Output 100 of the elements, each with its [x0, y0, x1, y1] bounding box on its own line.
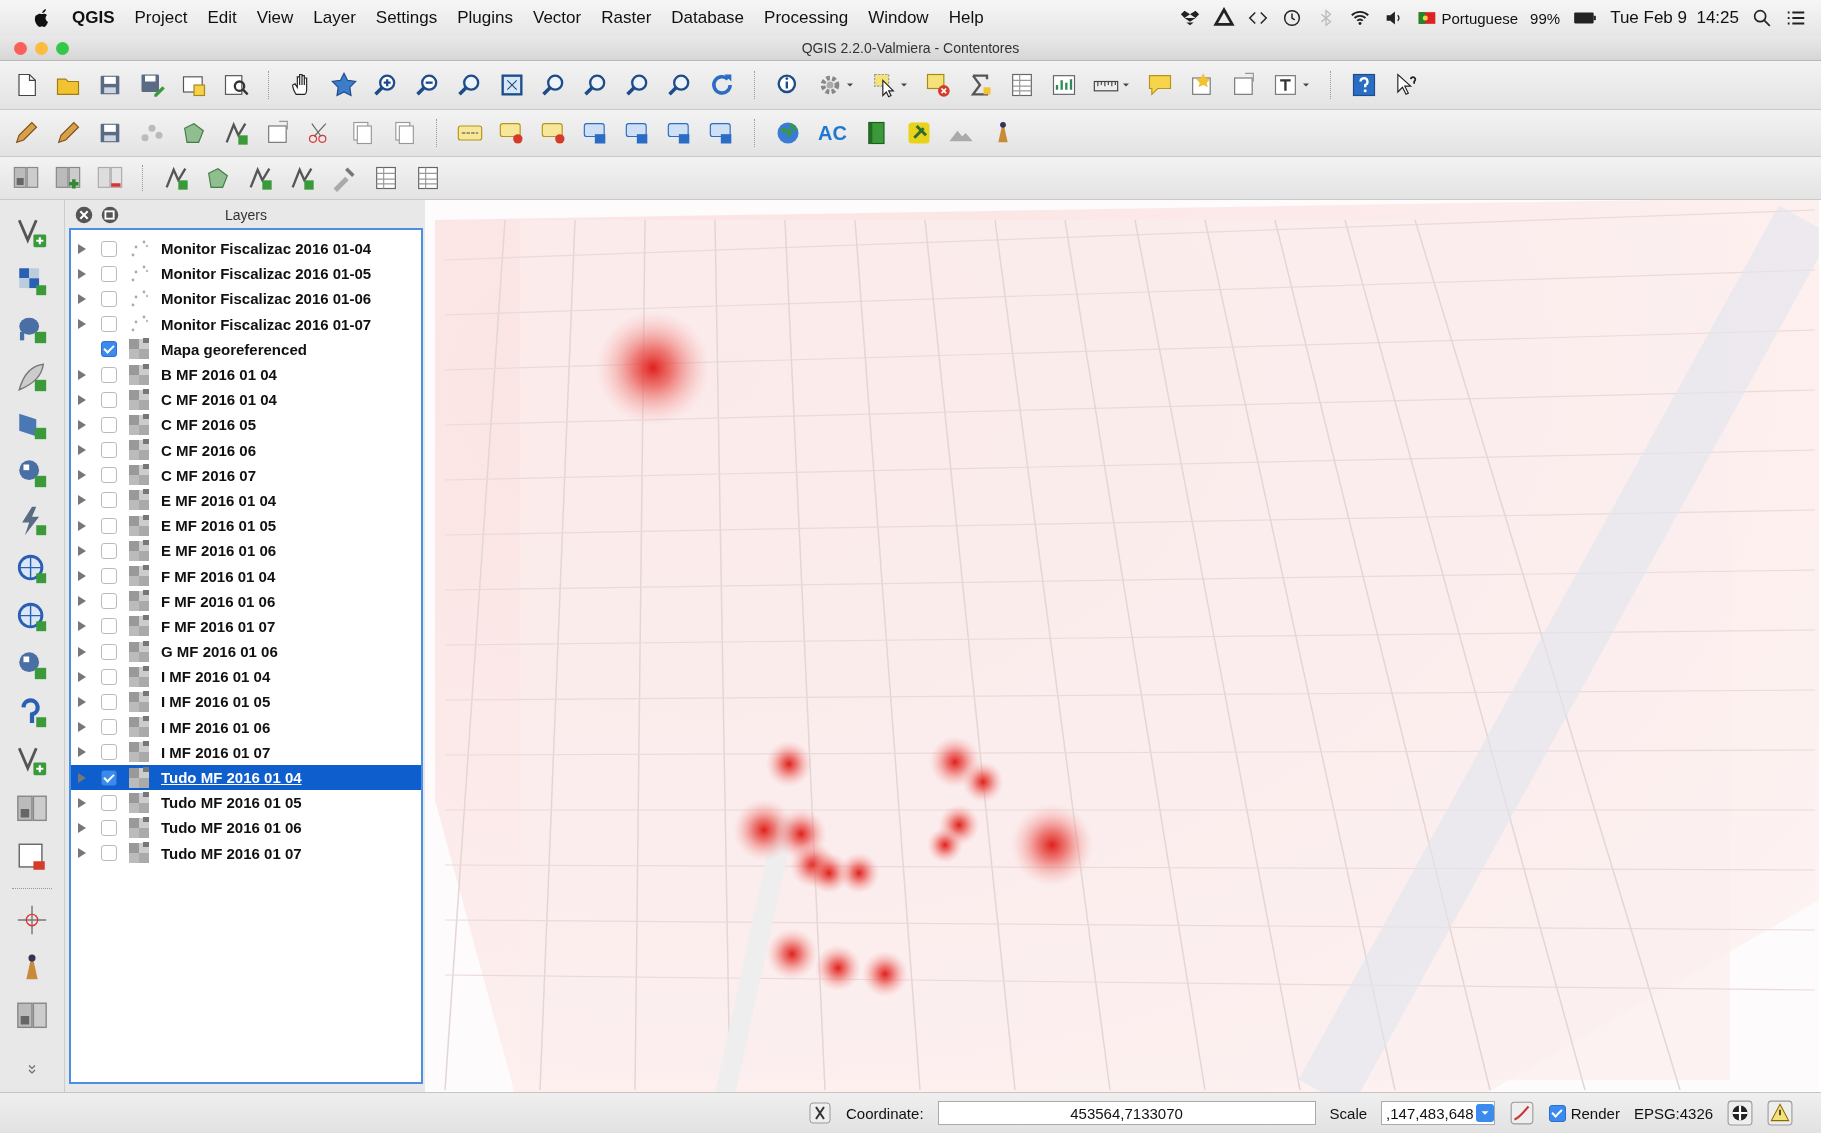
menu-item[interactable]: Settings: [365, 6, 448, 30]
layer-checkbox[interactable]: [101, 643, 117, 660]
layer-checkbox[interactable]: [101, 290, 117, 307]
layer-checkbox[interactable]: [101, 719, 117, 736]
layer-row[interactable]: Tudo MF 2016 01 04: [71, 764, 421, 791]
menu-item[interactable]: Raster: [591, 6, 662, 30]
layer-row[interactable]: E MF 2016 01 06: [71, 538, 421, 564]
menu-item[interactable]: Plugins: [447, 6, 523, 30]
crosshair-icon[interactable]: [15, 903, 49, 937]
layer-row[interactable]: Tudo MF 2016 01 07: [71, 840, 421, 866]
layer-row[interactable]: F MF 2016 01 06: [71, 588, 421, 614]
expand-arrow-icon[interactable]: [77, 746, 87, 759]
layer-checkbox[interactable]: [101, 366, 117, 383]
layer-row[interactable]: I MF 2016 01 07: [71, 739, 421, 765]
layer-checkbox[interactable]: [101, 492, 117, 509]
layer-checkbox[interactable]: [101, 693, 117, 710]
coordinate-field[interactable]: 453564,7133070: [937, 1101, 1316, 1125]
expand-arrow-icon[interactable]: [77, 670, 87, 683]
layer-row[interactable]: Monitor Fiscalizac 2016 01-05: [71, 261, 421, 287]
expand-arrow-icon[interactable]: [77, 393, 87, 406]
expand-arrow-icon[interactable]: [77, 418, 87, 431]
layer-checkbox[interactable]: [101, 744, 117, 761]
layer-row[interactable]: Monitor Fiscalizac 2016 01-06: [71, 286, 421, 312]
layer-checkbox[interactable]: [101, 819, 117, 836]
expand-arrow-icon[interactable]: [77, 318, 87, 331]
triangle-icon[interactable]: [1213, 7, 1236, 29]
layer-checkbox[interactable]: [101, 668, 117, 685]
menu-item[interactable]: Window: [858, 6, 939, 30]
layer-checkbox[interactable]: [101, 542, 117, 559]
layer-row[interactable]: G MF 2016 01 06: [71, 639, 421, 665]
layer-row[interactable]: Tudo MF 2016 01 05: [71, 790, 421, 816]
layer-row[interactable]: F MF 2016 01 04: [71, 563, 421, 589]
menu-item[interactable]: Edit: [197, 6, 247, 30]
expand-arrow-icon[interactable]: [77, 444, 87, 457]
layer-checkbox[interactable]: [101, 517, 117, 534]
layer-checkbox[interactable]: [101, 416, 117, 433]
scale-combo[interactable]: ,147,483,648: [1381, 1101, 1495, 1125]
layer-checkbox[interactable]: [101, 240, 117, 257]
warning-icon[interactable]: [1767, 1100, 1794, 1126]
layer-checkbox[interactable]: [101, 845, 117, 862]
deselect-icon[interactable]: [924, 71, 952, 99]
layer-checkbox[interactable]: [101, 391, 117, 408]
layer-checkbox[interactable]: [101, 568, 117, 585]
expand-arrow-icon[interactable]: [77, 494, 87, 507]
expand-arrow-icon[interactable]: [77, 645, 87, 658]
layer-row[interactable]: C MF 2016 06: [71, 437, 421, 463]
layer-checkbox[interactable]: [101, 467, 117, 484]
layer-row[interactable]: E MF 2016 01 05: [71, 513, 421, 539]
label-tool-button[interactable]: AC: [816, 121, 849, 145]
layer-row[interactable]: C MF 2016 05: [71, 412, 421, 438]
crs-button[interactable]: EPSG:4326: [1633, 1104, 1714, 1122]
expand-arrow-icon[interactable]: [77, 721, 87, 734]
projection-icon[interactable]: [1727, 1100, 1754, 1126]
layer-checkbox[interactable]: [101, 341, 117, 358]
layer-checkbox[interactable]: [101, 618, 117, 635]
input-language[interactable]: Portuguese: [1441, 9, 1519, 27]
globe-layer-add-icon[interactable]: [15, 600, 49, 634]
expand-arrow-icon[interactable]: [77, 469, 87, 482]
menu-item[interactable]: Help: [938, 6, 994, 30]
expand-arrow-icon[interactable]: [77, 292, 87, 305]
expand-arrow-icon[interactable]: [77, 847, 87, 860]
expand-arrow-icon[interactable]: [77, 620, 87, 633]
expand-arrow-icon[interactable]: [77, 544, 87, 557]
menu-item[interactable]: Project: [124, 6, 198, 30]
layer-row[interactable]: C MF 2016 01 04: [71, 387, 421, 413]
menu-item[interactable]: View: [246, 6, 304, 30]
help-icon[interactable]: [1350, 71, 1378, 99]
layer-row[interactable]: B MF 2016 01 04: [71, 361, 421, 388]
app-menu[interactable]: QGIS: [62, 6, 125, 30]
close-icon[interactable]: [73, 204, 95, 226]
layer-checkbox[interactable]: [101, 442, 117, 459]
layer-group-add-icon[interactable]: [54, 164, 82, 192]
menu-item[interactable]: Processing: [754, 6, 859, 30]
layer-checkbox[interactable]: [101, 593, 117, 610]
menu-item[interactable]: Database: [661, 6, 755, 30]
layer-row[interactable]: E MF 2016 01 04: [71, 487, 421, 514]
layer-checkbox[interactable]: [101, 794, 117, 811]
layer-checkbox[interactable]: [101, 265, 117, 282]
layer-row[interactable]: F MF 2016 01 07: [71, 613, 421, 639]
layer-row[interactable]: Tudo MF 2016 01 06: [71, 815, 421, 841]
expand-arrow-icon[interactable]: [77, 570, 87, 583]
layer-row[interactable]: I MF 2016 01 06: [71, 714, 421, 740]
menu-item[interactable]: Vector: [523, 6, 592, 30]
search-icon[interactable]: [1751, 7, 1773, 29]
layer-row[interactable]: Monitor Fiscalizac 2016 01-04: [71, 236, 421, 262]
menu-item[interactable]: Layer: [303, 6, 366, 30]
globe-layer-add-icon[interactable]: [15, 552, 49, 586]
layer-row[interactable]: C MF 2016 07: [71, 462, 421, 488]
layer-row[interactable]: Monitor Fiscalizac 2016 01-07: [71, 311, 421, 337]
close-window-button[interactable]: [14, 41, 27, 55]
expand-arrow-icon[interactable]: [77, 242, 87, 255]
expand-arrow-icon[interactable]: [77, 821, 87, 834]
expand-arrow-icon[interactable]: [77, 519, 87, 532]
expand-arrow-icon[interactable]: [77, 695, 87, 708]
layer-row[interactable]: I MF 2016 01 04: [71, 664, 421, 690]
paintbrush-icon[interactable]: [1508, 1100, 1535, 1126]
layer-checkbox[interactable]: [101, 769, 117, 786]
clock[interactable]: Tue Feb 9 14:25: [1610, 8, 1739, 28]
render-checkbox[interactable]: [1548, 1104, 1566, 1122]
expand-arrow-icon[interactable]: [77, 267, 87, 280]
